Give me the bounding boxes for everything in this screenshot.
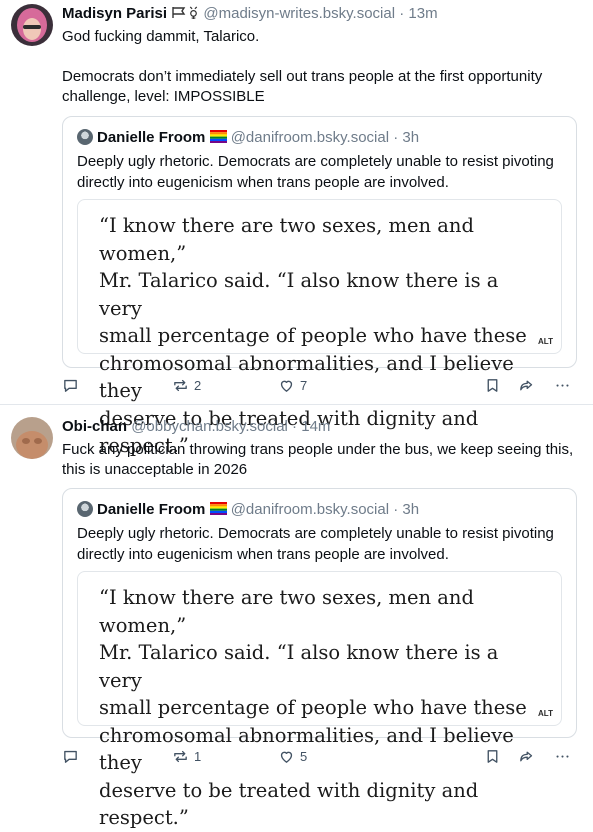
reply-button[interactable] [62, 377, 79, 394]
quote-text: Deeply ugly rhetoric. Democrats are comp… [77, 153, 554, 191]
post-content: Obi-chan @obbychan.bsky.social · 14m Fuc… [62, 417, 581, 480]
separator: · [389, 501, 403, 518]
post-content: Madisyn Parisi @madisyn-writes.bsky.soci… [62, 4, 581, 107]
bookmark-button[interactable] [484, 377, 501, 394]
quote-image[interactable]: “I know there are two sexes, men and wom… [77, 571, 562, 829]
quote-avatar [77, 501, 93, 517]
reply-button[interactable] [62, 748, 79, 765]
reply-icon [64, 750, 77, 763]
more-icon [556, 384, 569, 387]
post-obi-chan[interactable]: Obi-chan @obbychan.bsky.social · 14m Fuc… [0, 405, 593, 829]
quote-avatar [77, 129, 93, 145]
quote-post[interactable]: Danielle Froom @danifroom.bsky.social · … [62, 488, 577, 829]
post-text: God fucking dammit, Talarico. Democrats … [62, 28, 543, 105]
post-header: Obi-chan @obbychan.bsky.social · 14m [62, 417, 581, 437]
pride-flag-icon [209, 502, 227, 515]
transgender-flag-icon [172, 7, 186, 18]
like-icon [280, 380, 293, 392]
quote-author-name: Danielle Froom [97, 501, 206, 518]
repost-icon [174, 379, 187, 392]
bookmark-icon [487, 379, 498, 392]
pride-flag-icon [209, 130, 227, 143]
post-text: Fuck any politician throwing trans peopl… [62, 441, 578, 478]
bookmark-button[interactable] [484, 748, 501, 765]
post-madisyn[interactable]: Madisyn Parisi @madisyn-writes.bsky.soci… [0, 0, 593, 457]
repost-count: 2 [194, 378, 202, 393]
separator: · [287, 418, 302, 435]
share-button[interactable] [518, 748, 535, 765]
bookmark-icon [487, 750, 498, 763]
post-header: Madisyn Parisi @madisyn-writes.bsky.soci… [62, 4, 581, 24]
repost-icon [174, 750, 187, 763]
quote-image[interactable]: “I know there are two sexes, men and wom… [77, 199, 562, 457]
author-name[interactable]: Obi-chan [62, 418, 127, 435]
separator: · [389, 129, 403, 146]
quote-image-text: “I know there are two sexes, men and wom… [99, 586, 527, 829]
more-button[interactable] [554, 377, 571, 394]
reply-icon [64, 379, 77, 392]
post-time[interactable]: 13m [408, 5, 437, 22]
author-handle[interactable]: @obbychan.bsky.social [131, 418, 288, 435]
more-button[interactable] [554, 748, 571, 765]
alt-badge[interactable]: ALT [536, 336, 555, 347]
quote-author-handle: @danifroom.bsky.social [230, 501, 390, 518]
alt-badge[interactable]: ALT [536, 708, 555, 719]
share-icon [520, 380, 533, 391]
quote-text: Deeply ugly rhetoric. Democrats are comp… [77, 525, 554, 563]
share-button[interactable] [518, 377, 535, 394]
quote-time: 3h [402, 501, 420, 518]
quote-post[interactable]: Danielle Froom @danifroom.bsky.social · … [62, 116, 577, 457]
like-count: 5 [300, 749, 308, 764]
post-actions: 1 5 [62, 748, 582, 772]
trans-symbol-icon [190, 6, 198, 19]
more-icon [556, 755, 569, 758]
repost-button[interactable]: 1 [172, 748, 201, 765]
like-count: 7 [300, 378, 308, 393]
like-button[interactable]: 7 [278, 377, 307, 394]
repost-button[interactable]: 2 [172, 377, 201, 394]
quote-author-handle: @danifroom.bsky.social [230, 129, 390, 146]
repost-count: 1 [194, 749, 202, 764]
quote-header: Danielle Froom @danifroom.bsky.social · … [77, 129, 419, 147]
like-button[interactable]: 5 [278, 748, 307, 765]
post-actions: 2 7 [62, 377, 582, 401]
quote-header: Danielle Froom @danifroom.bsky.social · … [77, 501, 419, 519]
share-icon [520, 751, 533, 762]
author-name[interactable]: Madisyn Parisi [62, 5, 167, 22]
quote-author-name: Danielle Froom [97, 129, 206, 146]
avatar[interactable] [11, 417, 53, 459]
avatar[interactable] [11, 4, 53, 46]
quote-time: 3h [402, 129, 420, 146]
separator: · [395, 5, 409, 22]
author-handle[interactable]: @madisyn-writes.bsky.social [203, 5, 395, 22]
post-time[interactable]: 14m [301, 418, 330, 435]
like-icon [280, 751, 293, 763]
